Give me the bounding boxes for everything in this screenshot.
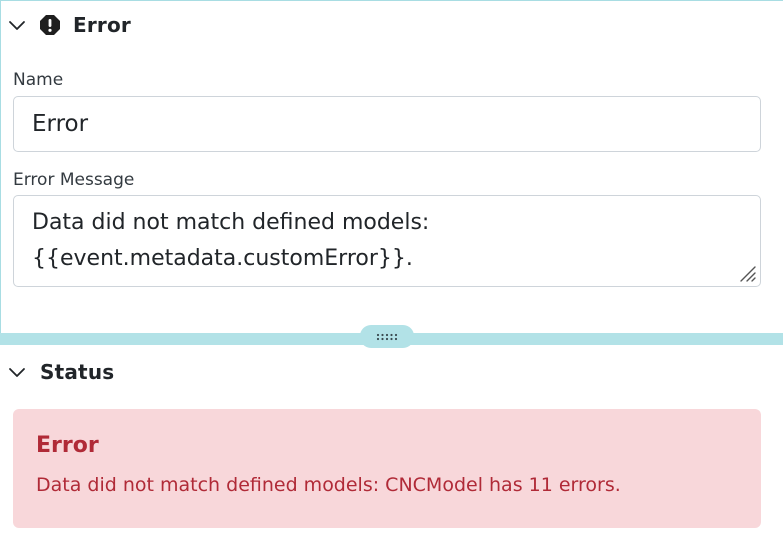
- splitter-handle[interactable]: [360, 325, 414, 348]
- name-input[interactable]: [13, 96, 761, 152]
- error-message-label: Error Message: [13, 170, 135, 190]
- chevron-down-icon[interactable]: [8, 363, 26, 381]
- alert-message: Data did not match defined models: CNCMo…: [36, 474, 621, 496]
- resize-grip-icon[interactable]: [737, 263, 757, 283]
- chevron-down-icon[interactable]: [8, 16, 26, 34]
- alert-heading: Error: [36, 433, 99, 458]
- error-section-header[interactable]: Error: [8, 13, 131, 37]
- drag-grip-icon[interactable]: [376, 333, 398, 341]
- exclamation-octagon-icon: [39, 14, 61, 36]
- error-section-title: Error: [73, 13, 131, 37]
- status-section-header[interactable]: Status: [8, 360, 114, 384]
- status-alert: Error Data did not match defined models:…: [13, 409, 761, 528]
- error-message-textarea[interactable]: Data did not match defined models: {{eve…: [13, 195, 761, 287]
- name-label: Name: [13, 70, 64, 90]
- status-section-title: Status: [40, 360, 115, 384]
